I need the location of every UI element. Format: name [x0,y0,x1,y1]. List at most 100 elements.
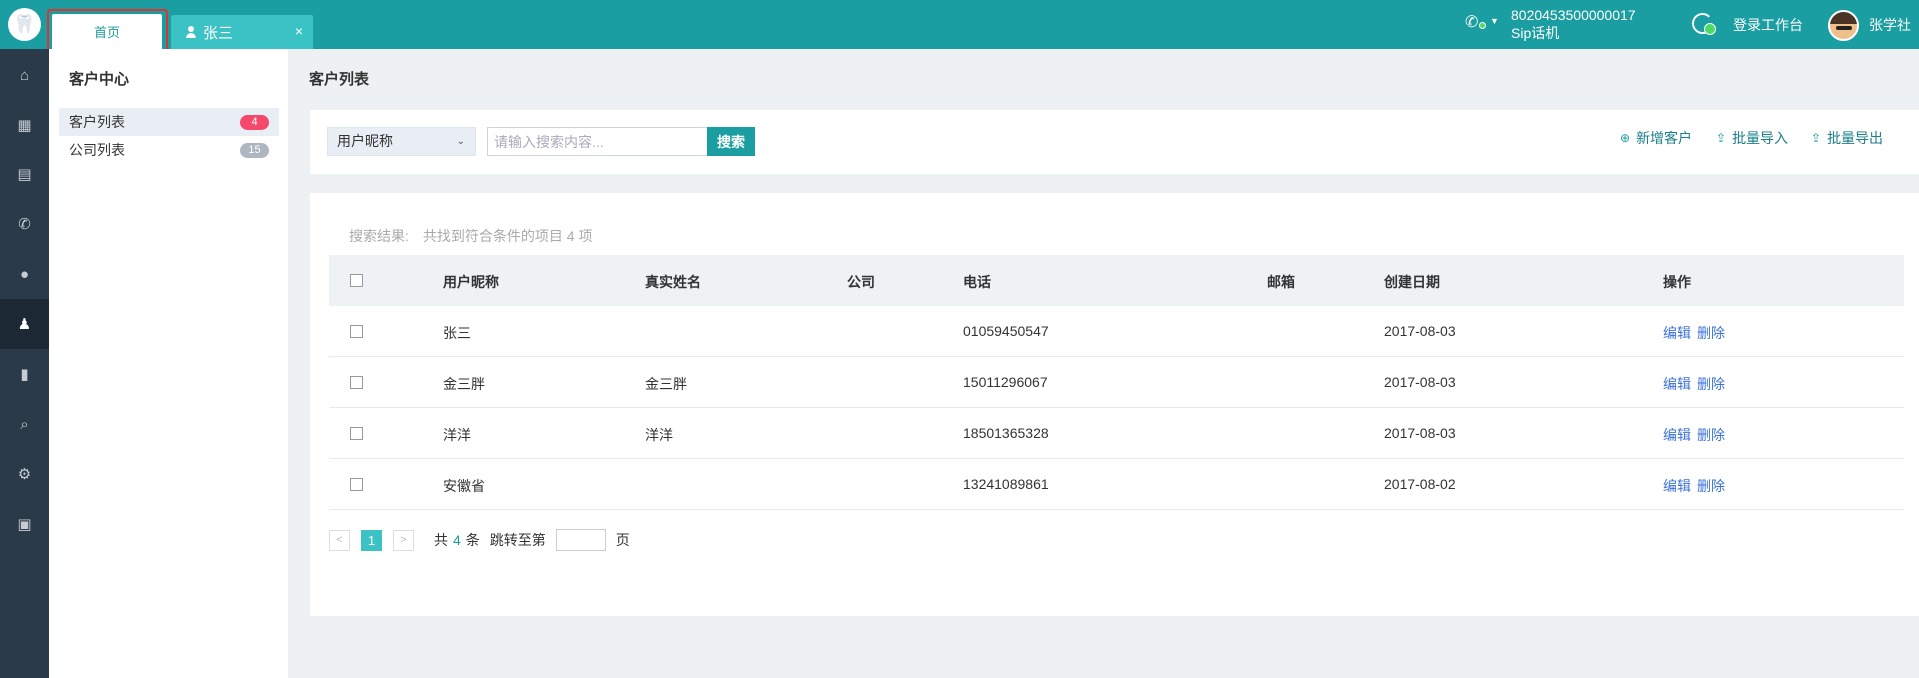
phone-icon[interactable]: ✆ [0,199,49,249]
current-page-button[interactable]: 1 [361,529,382,551]
row-checkbox[interactable] [350,325,363,338]
row-actions: 编辑 删除 [1663,323,1731,343]
column-header: 用户昵称 [443,274,499,290]
result-summary: 共找到符合条件的项目 4 项 [422,228,593,244]
select-value: 用户昵称 [337,133,393,149]
row-checkbox[interactable] [350,478,363,491]
column-header: 操作 [1663,274,1691,290]
cell-phone: 13241089861 [963,476,1049,492]
cell-nickname: 张三 [443,325,471,341]
icon-sidebar: ⌂ ▦ ▤ ✆ ● ♟ ▮ ⌕ ⚙ ▣ [0,49,49,678]
total-value: 4 [453,532,461,548]
gear-icon[interactable]: ⚙ [0,449,49,499]
edit-link[interactable]: 编辑 [1663,325,1691,341]
sip-number: 8020453500000017 [1511,7,1636,23]
sidebar-item-company-list[interactable]: 公司列表 15 [59,136,279,164]
count-badge: 15 [240,143,269,158]
sub-sidebar: 客户中心 客户列表 4 公司列表 15 [49,49,288,678]
chevron-down-icon: ⌄ [456,136,465,147]
jump-page-input[interactable] [555,529,606,551]
table-row: 洋洋 洋洋 18501365328 2017-08-03 编辑 删除 [329,408,1904,459]
home-icon[interactable]: ⌂ [0,50,49,100]
delete-link[interactable]: 删除 [1697,427,1725,443]
top-bar: 🦷 首页 张三 × ✆ ▼ 8020453500000017 Sip话机 登录工… [0,0,1919,56]
row-actions: 编辑 删除 [1663,425,1731,445]
sip-label: Sip话机 [1511,25,1560,41]
chart-icon[interactable]: ▮ [0,349,49,399]
row-checkbox[interactable] [350,376,363,389]
sidebar-item-label: 客户列表 [69,114,125,130]
total-count: 共4条 [434,530,480,550]
result-label: 搜索结果: [349,228,409,244]
edit-link[interactable]: 编辑 [1663,478,1691,494]
page-suffix: 页 [615,532,630,548]
sidebar-title: 客户中心 [69,71,130,88]
book-icon[interactable]: ▤ [0,149,49,199]
avatar[interactable] [1828,10,1859,41]
plus-circle-icon: ⊕ [1620,131,1631,145]
batch-import-button[interactable]: ⇪ 批量导入 [1716,128,1788,148]
phone-status-icon[interactable]: ✆ [1465,12,1489,34]
cell-nickname: 洋洋 [443,427,471,443]
user-name[interactable]: 张学社 [1869,15,1911,35]
tab-home[interactable]: 首页 [52,14,162,49]
delete-link[interactable]: 删除 [1697,478,1725,494]
jump-label: 跳转至第 [489,532,546,548]
total-suffix: 条 [465,532,480,548]
tab-user-label: 张三 [203,24,234,42]
search-result-text: 搜索结果: 共找到符合条件的项目 4 项 [349,226,592,246]
column-header: 真实姓名 [645,274,701,290]
workspace-login-link[interactable]: 登录工作台 [1733,15,1803,35]
search-icon[interactable]: ⌕ [0,399,49,449]
prev-page-button[interactable]: < [329,529,350,551]
table-row: 安徽省 13241089861 2017-08-02 编辑 删除 [329,459,1904,510]
sidebar-item-label: 公司列表 [69,142,125,158]
tab-user[interactable]: 张三 × [171,15,313,49]
apps-icon[interactable]: ▦ [0,100,49,150]
column-header: 创建日期 [1384,274,1440,290]
select-all-checkbox[interactable] [350,274,363,287]
cell-nickname: 安徽省 [443,478,485,494]
delete-link[interactable]: 删除 [1697,325,1725,341]
table-panel: 搜索结果: 共找到符合条件的项目 4 项 用户昵称 真实姓名 公司 电话 邮箱 创… [310,193,1919,616]
search-input[interactable] [487,127,708,156]
customers-icon[interactable]: ♟ [0,299,49,349]
sidebar-item-customer-list[interactable]: 客户列表 4 [59,108,279,136]
cell-realname: 洋洋 [645,427,673,443]
table-header: 用户昵称 真实姓名 公司 电话 邮箱 创建日期 操作 [329,255,1904,306]
user-icon [185,26,197,38]
batch-export-label: 批量导出 [1827,130,1884,146]
search-button[interactable]: 搜索 [707,127,755,156]
search-panel: 用户昵称 ⌄ 搜索 ⊕ 新增客户 ⇪ 批量导入 ⇪ 批量导出 [310,110,1919,174]
batch-export-button[interactable]: ⇪ 批量导出 [1811,128,1883,148]
row-checkbox[interactable] [350,427,363,440]
column-header: 公司 [847,274,875,290]
add-customer-button[interactable]: ⊕ 新增客户 [1620,128,1692,148]
page-title: 客户列表 [309,71,370,88]
edit-link[interactable]: 编辑 [1663,376,1691,392]
close-icon[interactable]: × [295,23,303,39]
cell-realname: 金三胖 [645,376,687,392]
chevron-down-icon[interactable]: ▼ [1490,16,1499,26]
cell-phone: 18501365328 [963,425,1049,441]
tooth-logo-icon[interactable]: 🦷 [8,8,41,41]
upload-icon: ⇪ [1811,131,1822,145]
search-field-select[interactable]: 用户昵称 ⌄ [327,127,476,156]
column-header: 电话 [963,274,991,290]
workspace-icon[interactable] [1690,11,1718,37]
cell-nickname: 金三胖 [443,376,485,392]
total-prefix: 共 [434,532,448,548]
cell-phone: 01059450547 [963,323,1049,339]
cell-date: 2017-08-03 [1384,323,1456,339]
next-page-button[interactable]: > [393,529,414,551]
cell-date: 2017-08-02 [1384,476,1456,492]
report-icon[interactable]: ▣ [0,499,49,549]
delete-link[interactable]: 删除 [1697,376,1725,392]
column-header: 邮箱 [1267,274,1295,290]
edit-link[interactable]: 编辑 [1663,427,1691,443]
user-icon[interactable]: ● [0,249,49,299]
table-row: 张三 01059450547 2017-08-03 编辑 删除 [329,306,1904,357]
cell-date: 2017-08-03 [1384,425,1456,441]
cell-phone: 15011296067 [963,374,1048,390]
count-badge: 4 [240,115,269,130]
